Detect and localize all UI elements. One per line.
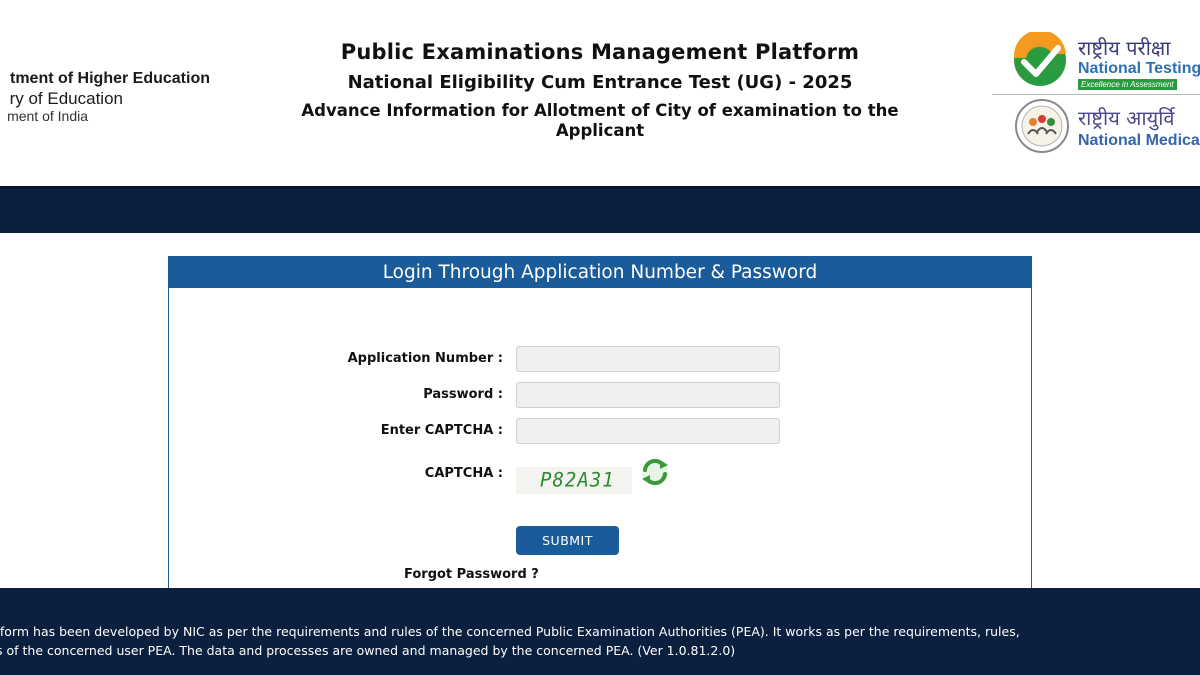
submit-button[interactable]: SUBMIT [516, 526, 619, 555]
captcha-entry-row: Enter CAPTCHA : [169, 418, 1031, 444]
logo-divider [992, 94, 1200, 95]
application-number-input[interactable] [516, 346, 780, 372]
agency-logos: राष्ट्रीय परीक्षा National Testing Excel… [992, 28, 1200, 158]
refresh-captcha-icon[interactable] [639, 457, 671, 487]
captcha-text: P82A31 [540, 468, 615, 492]
application-number-label: Application Number : [347, 351, 503, 366]
forgot-password-link[interactable]: Forgot Password ? [404, 567, 539, 582]
password-label: Password : [423, 387, 503, 402]
application-number-row: Application Number : [169, 346, 1031, 372]
nta-english-name: National Testing [1078, 60, 1200, 77]
nta-hindi-name: राष्ट्रीय परीक्षा [1078, 36, 1171, 60]
nta-logo [1013, 32, 1066, 86]
footer-disclaimer-line-1: tform has been developed by NIC as per t… [0, 624, 1020, 639]
password-row: Password : [169, 382, 1031, 408]
page-header: tment of Higher Education ry of Educatio… [0, 0, 1200, 186]
login-panel-heading: Login Through Application Number & Passw… [169, 257, 1031, 288]
ministry-branding: tment of Higher Education ry of Educatio… [0, 68, 240, 128]
login-panel: Login Through Application Number & Passw… [168, 256, 1032, 588]
ministry-line-1: tment of Higher Education [10, 70, 210, 87]
ministry-line-3: ment of India [7, 108, 88, 124]
nmc-hindi-name: राष्ट्रीय आयुर्वि [1078, 106, 1175, 130]
captcha-image: P82A31 [516, 467, 632, 494]
footer-disclaimer-line-2: s of the concerned user PEA. The data an… [0, 643, 736, 658]
captcha-row: CAPTCHA : P82A31 [169, 457, 1031, 497]
header-titles: Public Examinations Management Platform … [260, 40, 940, 141]
nta-tagline: Excellence in Assessment [1078, 79, 1177, 90]
nmc-logo [1015, 99, 1069, 153]
password-input[interactable] [516, 382, 780, 408]
captcha-label: CAPTCHA : [424, 466, 503, 481]
captcha-entry-label: Enter CAPTCHA : [380, 423, 503, 438]
captcha-input[interactable] [516, 418, 780, 444]
notice-title: Advance Information for Allotment of Cit… [301, 101, 899, 140]
navigation-band [0, 186, 1200, 233]
exam-name: National Eligibility Cum Entrance Test (… [347, 72, 853, 93]
page-footer: tform has been developed by NIC as per t… [0, 588, 1200, 675]
page-title: Public Examinations Management Platform [340, 40, 860, 64]
nmc-english-name: National Medica [1078, 132, 1200, 149]
ministry-line-2: ry of Education [9, 89, 123, 108]
